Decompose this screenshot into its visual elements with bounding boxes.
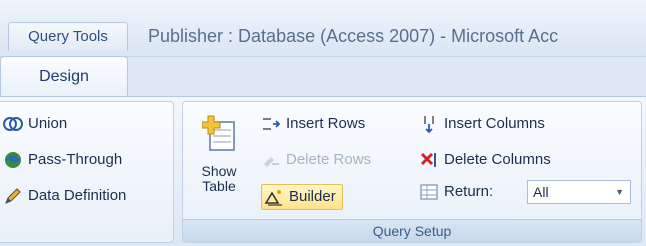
return-label: Return:: [444, 183, 494, 200]
insert-columns-icon: [424, 116, 434, 134]
data-definition-label: Data Definition: [28, 187, 127, 204]
insert-columns-button[interactable]: Insert Columns: [419, 112, 545, 136]
union-button[interactable]: Union: [3, 112, 67, 136]
query-setup-group-label: Query Setup: [183, 219, 641, 242]
chevron-down-icon[interactable]: ▼: [615, 181, 624, 203]
show-table-button[interactable]: Show Table: [197, 114, 241, 194]
query-setup-group: Show Table Insert Rows Delete Rows Build…: [182, 101, 642, 243]
show-table-icon: [202, 115, 235, 151]
return-icon: [420, 184, 438, 200]
show-table-label-line1: Show: [201, 163, 237, 179]
pass-through-button[interactable]: Pass-Through: [3, 148, 122, 172]
data-definition-button[interactable]: Data Definition: [3, 184, 126, 208]
union-icon: [3, 117, 23, 131]
pass-through-label: Pass-Through: [28, 151, 123, 168]
return-select[interactable]: All ▼: [527, 180, 631, 204]
globe-icon: [5, 152, 21, 168]
insert-rows-button[interactable]: Insert Rows: [261, 112, 365, 136]
title-bar: Query Tools Publisher : Database (Access…: [0, 0, 646, 57]
return-control: Return:: [419, 180, 493, 204]
delete-rows-icon: [264, 157, 279, 167]
return-select-value: All: [533, 184, 549, 200]
delete-columns-button[interactable]: Delete Columns: [419, 148, 551, 172]
delete-rows-label: Delete Rows: [286, 151, 372, 168]
pencil-icon: [5, 188, 21, 204]
show-table-label-line2: Table: [202, 178, 236, 194]
query-tools-context-tab[interactable]: Query Tools: [8, 22, 128, 51]
delete-rows-button[interactable]: Delete Rows: [261, 148, 371, 172]
delete-columns-icon: [420, 152, 436, 167]
window-title: Publisher : Database (Access 2007) - Mic…: [148, 26, 559, 46]
builder-wand-icon: [264, 190, 282, 206]
insert-rows-label: Insert Rows: [286, 115, 366, 132]
delete-columns-label: Delete Columns: [444, 151, 551, 168]
builder-button[interactable]: Builder: [261, 184, 343, 210]
insert-columns-label: Insert Columns: [444, 115, 545, 132]
ribbon: Union Pass-Through Data Definition Show …: [0, 96, 646, 246]
tab-design[interactable]: Design: [0, 56, 128, 97]
builder-label: Builder: [289, 188, 336, 205]
query-type-group: Union Pass-Through Data Definition: [0, 101, 174, 243]
union-label: Union: [28, 115, 68, 132]
insert-rows-icon: [263, 118, 281, 130]
